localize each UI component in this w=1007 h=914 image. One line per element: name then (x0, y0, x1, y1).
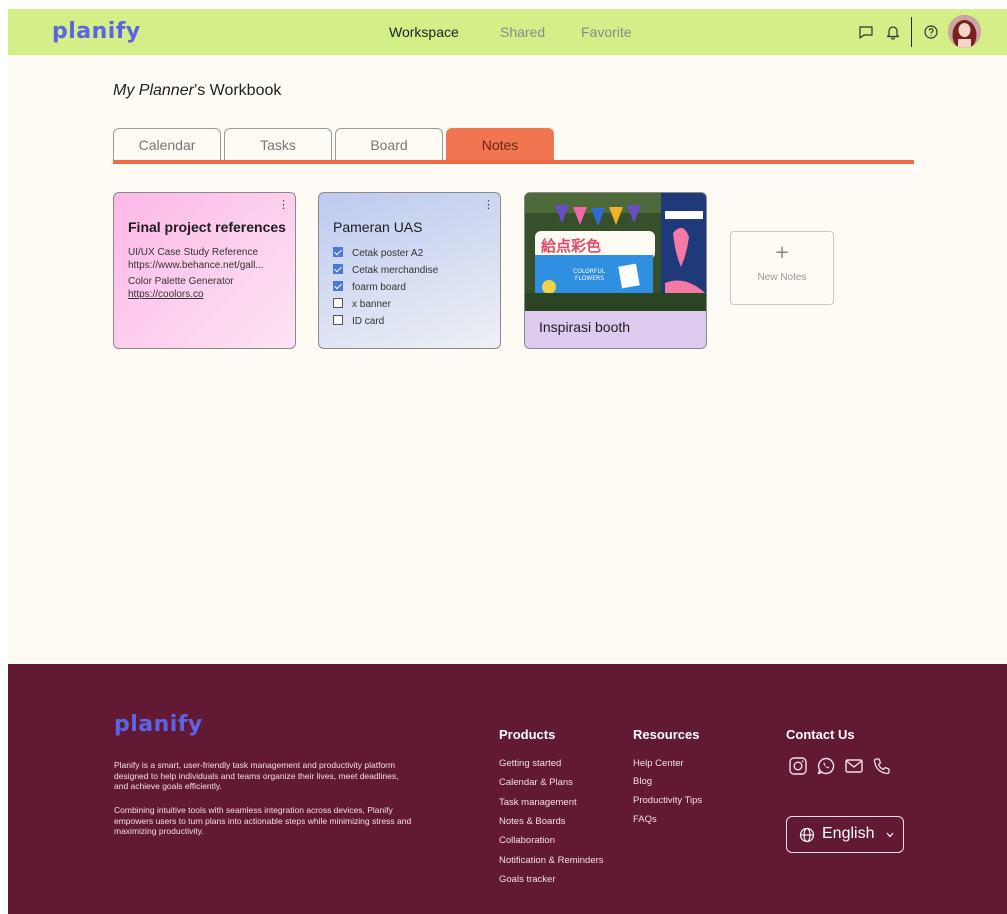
chat-icon[interactable] (857, 23, 875, 41)
checkbox-checked[interactable] (333, 264, 343, 274)
resources-heading: Resources (633, 727, 700, 742)
note-line: Color Palette Generator (128, 276, 234, 287)
language-selector[interactable]: English (786, 816, 904, 853)
note-title: Pameran UAS (333, 219, 423, 235)
checkbox-checked[interactable] (333, 247, 343, 257)
user-avatar[interactable] (948, 15, 981, 48)
tab-underline (113, 160, 914, 164)
footer-link[interactable]: Calendar & Plans (499, 777, 573, 788)
note-card-final-project[interactable]: ⋮ Final project references UI/UX Case St… (113, 192, 296, 349)
whatsapp-icon[interactable] (816, 756, 836, 776)
products-heading: Products (499, 727, 556, 742)
instagram-icon[interactable] (788, 756, 808, 776)
note-link[interactable]: https://www.behance.net/gall... (128, 260, 284, 271)
help-icon[interactable] (922, 23, 940, 41)
footer-logo[interactable]: planify (114, 712, 203, 737)
nav-workspace[interactable]: Workspace (389, 24, 459, 40)
footer-link[interactable]: Notes & Boards (499, 816, 566, 827)
checklist-label: ID card (352, 316, 385, 327)
checklist-item[interactable]: foarm board (333, 281, 406, 293)
tab-tasks[interactable]: Tasks (224, 128, 332, 161)
footer-link[interactable]: Collaboration (499, 835, 555, 846)
note-title: Inspirasi booth (539, 319, 631, 335)
checklist-item[interactable]: x banner (333, 298, 391, 310)
footer-link[interactable]: Notification & Reminders (499, 855, 604, 866)
nav-favorite[interactable]: Favorite (581, 24, 632, 40)
checklist-label: Cetak merchandise (352, 265, 439, 276)
new-note-button[interactable]: + New Notes (730, 231, 834, 305)
checklist-label: Cetak poster A2 (352, 248, 424, 259)
more-options-icon[interactable]: ⋮ (483, 199, 494, 210)
note-card-pameran-uas[interactable]: ⋮ Pameran UAS Cetak poster A2 Cetak merc… (318, 192, 501, 349)
title-italic: My Planner (113, 82, 194, 99)
header-divider (911, 17, 912, 47)
footer: planify Planify is a smart, user-friendl… (8, 664, 1007, 914)
footer-link[interactable]: Getting started (499, 758, 561, 769)
checklist-item[interactable]: Cetak merchandise (333, 264, 438, 276)
note-title: Final project references (128, 219, 286, 235)
booth-image-text: COLORFUL (573, 268, 606, 275)
footer-link[interactable]: Goals tracker (499, 874, 556, 885)
svg-text:FLOWERS: FLOWERS (575, 275, 604, 282)
title-rest: ’s Workbook (193, 82, 282, 99)
footer-description: Combining intuitive tools with seamless … (114, 805, 412, 836)
language-label: English (822, 825, 875, 842)
globe-icon (799, 827, 815, 843)
checkbox-checked[interactable] (333, 281, 343, 291)
footer-link[interactable]: Blog (633, 776, 652, 787)
plus-icon: + (774, 242, 790, 263)
tab-calendar[interactable]: Calendar (113, 128, 221, 161)
bell-icon[interactable] (884, 23, 902, 41)
footer-link[interactable]: Productivity Tips (633, 795, 702, 806)
footer-link[interactable]: FAQs (633, 814, 657, 825)
checklist-label: x banner (352, 299, 391, 310)
planify-logo[interactable]: planify (52, 19, 141, 44)
note-line: UI/UX Case Study Reference (128, 247, 259, 258)
checkbox-unchecked[interactable] (333, 315, 343, 325)
page-title: My Planner’s Workbook (113, 82, 281, 100)
tab-notes[interactable]: Notes (446, 128, 554, 161)
booth-photo: 給点彩色 COLORFUL FLOWERS (525, 193, 706, 311)
nav-shared[interactable]: Shared (500, 24, 545, 40)
checklist-label: foarm board (352, 282, 406, 293)
footer-link[interactable]: Help Center (633, 758, 684, 769)
checklist-item[interactable]: ID card (333, 315, 384, 327)
checkbox-unchecked[interactable] (333, 298, 343, 308)
new-note-label: New Notes (757, 272, 807, 283)
mail-icon[interactable] (844, 756, 864, 776)
chevron-down-icon (886, 832, 894, 838)
footer-link[interactable]: Task management (499, 797, 577, 808)
tab-board[interactable]: Board (335, 128, 443, 161)
contact-heading: Contact Us (786, 727, 855, 742)
note-link[interactable]: https://coolors.co (128, 289, 284, 300)
svg-text:給点彩色: 給点彩色 (541, 237, 601, 255)
checklist-item[interactable]: Cetak poster A2 (333, 247, 423, 259)
more-options-icon[interactable]: ⋮ (278, 199, 289, 210)
top-navbar: planify Workspace Shared Favorite (8, 9, 1007, 55)
note-card-inspirasi-booth[interactable]: 給点彩色 COLORFUL FLOWERS Inspirasi booth (524, 192, 707, 349)
footer-description: Planify is a smart, user-friendly task m… (114, 760, 399, 791)
phone-icon[interactable] (872, 756, 892, 776)
app-frame: planify Workspace Shared Favorite My Pla… (8, 9, 1007, 914)
